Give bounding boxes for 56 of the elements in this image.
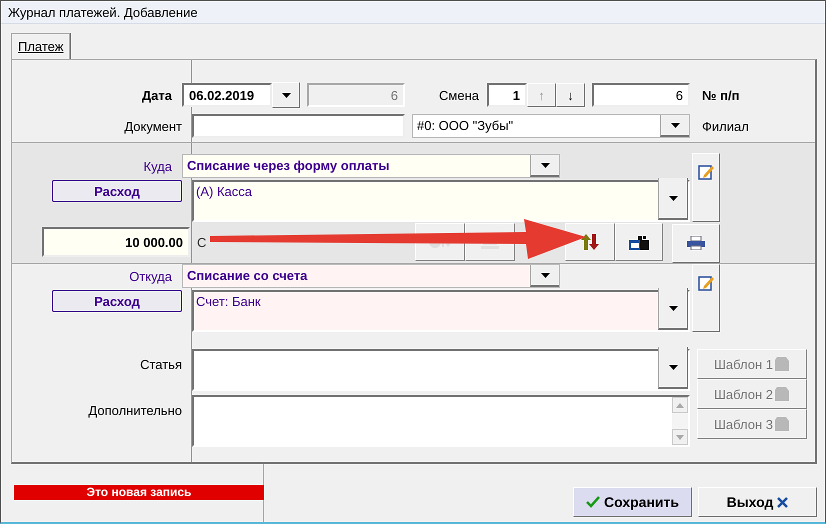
- notes-field[interactable]: [192, 395, 690, 447]
- shift-button[interactable]: ↓: [556, 83, 585, 107]
- dropdown-icon: [668, 306, 678, 310]
- field-label: Дополнительно: [87, 402, 182, 418]
- field-label: Филиал: [702, 118, 749, 134]
- print-button[interactable]: [672, 224, 720, 263]
- edit-icon: [698, 275, 714, 291]
- field-label: С: [197, 234, 206, 250]
- scroll-down-icon: [676, 434, 684, 440]
- edit-button[interactable]: [692, 264, 720, 332]
- dropdown-icon: [670, 122, 680, 128]
- serial-field[interactable]: 6: [592, 83, 690, 107]
- source-combo[interactable]: Списание со счета: [182, 264, 560, 288]
- dropdown-icon: [540, 162, 550, 168]
- shift-field[interactable]: 1: [487, 83, 527, 107]
- toolbar-button[interactable]: [565, 223, 615, 261]
- edit-button[interactable]: [692, 153, 720, 222]
- window-title: Журнал платежей. Добавление: [8, 4, 198, 20]
- amount-field[interactable]: 10 000.00: [42, 227, 190, 257]
- scroll-up-icon: [676, 402, 684, 408]
- field-label: Откуда: [128, 268, 172, 284]
- sort-arrows-icon: [581, 234, 599, 250]
- account-field[interactable]: (А) Касса: [192, 180, 690, 222]
- template-icon: [774, 356, 790, 372]
- exit-button[interactable]: Выход: [698, 487, 817, 517]
- expense-button[interactable]: Расход: [52, 180, 182, 202]
- checkmark-icon: [586, 496, 600, 508]
- dropdown-icon: [282, 92, 290, 98]
- dropdown-icon: [668, 196, 678, 200]
- dropdown-icon: [668, 364, 678, 370]
- close-icon: [777, 496, 788, 508]
- field-label: Статья: [139, 356, 182, 372]
- toolbar-button[interactable]: [615, 223, 663, 261]
- tab[interactable]: Платеж: [11, 33, 70, 59]
- article-field[interactable]: [192, 349, 690, 391]
- dropdown-icon: [540, 272, 550, 278]
- status-banner: Это новая запись: [14, 485, 264, 500]
- destination-combo[interactable]: Списание через форму оплаты: [182, 154, 560, 178]
- number-field: 6: [307, 83, 405, 107]
- field-label: № п/п: [702, 88, 740, 102]
- save-button[interactable]: Сохранить: [573, 487, 692, 517]
- branch-combo[interactable]: #0: ООО "Зубы": [412, 114, 690, 138]
- template-icon: [774, 416, 790, 432]
- field-label: Документ: [123, 118, 182, 134]
- edit-icon: [698, 164, 714, 180]
- scrollbar[interactable]: [672, 397, 688, 445]
- template-icon: [774, 386, 790, 402]
- field-label: Дата: [140, 88, 172, 102]
- printer-icon: [687, 236, 705, 250]
- field-label: Смена: [439, 88, 479, 102]
- account-field[interactable]: Счет: Банк: [192, 290, 690, 332]
- expense-button[interactable]: Расход: [52, 290, 182, 312]
- document-field[interactable]: [192, 114, 405, 138]
- date-field[interactable]: 06.02.2019: [182, 83, 272, 107]
- field-label: Куда: [142, 158, 172, 174]
- dropdown-button[interactable]: [272, 82, 300, 108]
